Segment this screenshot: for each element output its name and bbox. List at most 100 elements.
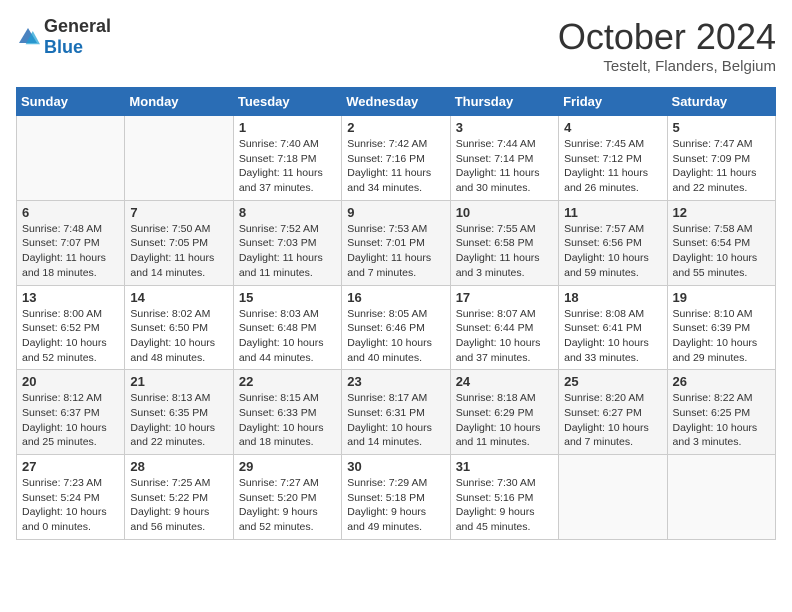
calendar-cell: 20Sunrise: 8:12 AM Sunset: 6:37 PM Dayli… xyxy=(17,370,125,455)
calendar-cell: 24 Sunrise: 8:18 AM Sunset: 6:29 PM Dayli… xyxy=(450,370,558,455)
calendar-cell: 17 Sunrise: 8:07 AM Sunset: 6:44 PM Dayli… xyxy=(450,285,558,370)
calendar-cell: 2Sunrise: 7:42 AM Sunset: 7:16 PM Daylig… xyxy=(342,116,450,201)
cell-info: Sunrise: 8:07 AM Sunset: 6:44 PM Dayligh… xyxy=(456,307,553,366)
cell-info: Sunrise: 8:08 AM Sunset: 6:41 PM Dayligh… xyxy=(564,307,661,366)
cell-info: Sunrise: 7:53 AM Sunset: 7:01 PM Dayligh… xyxy=(347,222,444,281)
calendar-cell: 28 Sunrise: 7:25 AM Sunset: 5:22 PM Dayli… xyxy=(125,455,233,540)
calendar-cell: 16 Sunrise: 8:05 AM Sunset: 6:46 PM Dayli… xyxy=(342,285,450,370)
logo: General Blue xyxy=(16,16,111,58)
calendar-cell: 1 Sunrise: 7:40 AM Sunset: 7:18 PM Daylig… xyxy=(233,116,341,201)
cell-info: Sunrise: 7:45 AM Sunset: 7:12 PM Dayligh… xyxy=(564,137,661,196)
cell-info: Sunrise: 8:18 AM Sunset: 6:29 PM Dayligh… xyxy=(456,391,553,450)
day-number: 23 xyxy=(347,374,444,389)
day-number: 7 xyxy=(130,205,227,220)
day-number: 17 xyxy=(456,290,553,305)
day-number: 8 xyxy=(239,205,336,220)
logo-general: General xyxy=(44,16,111,36)
calendar-cell: 18 Sunrise: 8:08 AM Sunset: 6:41 PM Dayli… xyxy=(559,285,667,370)
calendar-cell: 10 Sunrise: 7:55 AM Sunset: 6:58 PM Dayli… xyxy=(450,200,558,285)
day-header-tuesday: Tuesday xyxy=(233,88,341,116)
calendar-cell: 8 Sunrise: 7:52 AM Sunset: 7:03 PM Daylig… xyxy=(233,200,341,285)
day-number: 21 xyxy=(130,374,227,389)
calendar-cell: 25 Sunrise: 8:20 AM Sunset: 6:27 PM Dayli… xyxy=(559,370,667,455)
day-number: 15 xyxy=(239,290,336,305)
day-number: 12 xyxy=(673,205,770,220)
day-number: 16 xyxy=(347,290,444,305)
day-header-wednesday: Wednesday xyxy=(342,88,450,116)
cell-info: Sunrise: 7:48 AM Sunset: 7:07 PM Dayligh… xyxy=(22,222,119,281)
calendar-week-row: 20Sunrise: 8:12 AM Sunset: 6:37 PM Dayli… xyxy=(17,370,776,455)
calendar-table: SundayMondayTuesdayWednesdayThursdayFrid… xyxy=(16,87,776,540)
day-number: 26 xyxy=(673,374,770,389)
day-number: 30 xyxy=(347,459,444,474)
calendar-cell xyxy=(559,455,667,540)
month-title: October 2024 xyxy=(558,16,776,58)
day-number: 29 xyxy=(239,459,336,474)
day-number: 9 xyxy=(347,205,444,220)
calendar-cell: 23 Sunrise: 8:17 AM Sunset: 6:31 PM Dayli… xyxy=(342,370,450,455)
cell-info: Sunrise: 7:30 AM Sunset: 5:16 PM Dayligh… xyxy=(456,476,553,535)
day-number: 1 xyxy=(239,120,336,135)
day-header-monday: Monday xyxy=(125,88,233,116)
title-block: October 2024 Testelt, Flanders, Belgium xyxy=(558,16,776,75)
cell-info: Sunrise: 8:05 AM Sunset: 6:46 PM Dayligh… xyxy=(347,307,444,366)
cell-info: Sunrise: 8:10 AM Sunset: 6:39 PM Dayligh… xyxy=(673,307,770,366)
calendar-cell: 11 Sunrise: 7:57 AM Sunset: 6:56 PM Dayli… xyxy=(559,200,667,285)
cell-info: Sunrise: 7:42 AM Sunset: 7:16 PM Dayligh… xyxy=(347,137,444,196)
calendar-cell: 19 Sunrise: 8:10 AM Sunset: 6:39 PM Dayli… xyxy=(667,285,775,370)
cell-info: Sunrise: 7:58 AM Sunset: 6:54 PM Dayligh… xyxy=(673,222,770,281)
cell-info: Sunrise: 7:57 AM Sunset: 6:56 PM Dayligh… xyxy=(564,222,661,281)
calendar-cell: 4 Sunrise: 7:45 AM Sunset: 7:12 PM Daylig… xyxy=(559,116,667,201)
cell-info: Sunrise: 7:47 AM Sunset: 7:09 PM Dayligh… xyxy=(673,137,770,196)
cell-info: Sunrise: 8:12 AM Sunset: 6:37 PM Dayligh… xyxy=(22,391,119,450)
day-number: 31 xyxy=(456,459,553,474)
calendar-week-row: 13 Sunrise: 8:00 AM Sunset: 6:52 PM Dayli… xyxy=(17,285,776,370)
calendar-cell: 27Sunrise: 7:23 AM Sunset: 5:24 PM Dayli… xyxy=(17,455,125,540)
calendar-cell xyxy=(667,455,775,540)
day-number: 18 xyxy=(564,290,661,305)
cell-info: Sunrise: 8:20 AM Sunset: 6:27 PM Dayligh… xyxy=(564,391,661,450)
calendar-cell: 7 Sunrise: 7:50 AM Sunset: 7:05 PM Daylig… xyxy=(125,200,233,285)
day-header-saturday: Saturday xyxy=(667,88,775,116)
day-number: 11 xyxy=(564,205,661,220)
calendar-cell: 21 Sunrise: 8:13 AM Sunset: 6:35 PM Dayli… xyxy=(125,370,233,455)
day-header-friday: Friday xyxy=(559,88,667,116)
calendar-cell: 26 Sunrise: 8:22 AM Sunset: 6:25 PM Dayli… xyxy=(667,370,775,455)
cell-info: Sunrise: 7:52 AM Sunset: 7:03 PM Dayligh… xyxy=(239,222,336,281)
cell-info: Sunrise: 8:03 AM Sunset: 6:48 PM Dayligh… xyxy=(239,307,336,366)
calendar-cell: 14Sunrise: 8:02 AM Sunset: 6:50 PM Dayli… xyxy=(125,285,233,370)
day-number: 4 xyxy=(564,120,661,135)
cell-info: Sunrise: 8:13 AM Sunset: 6:35 PM Dayligh… xyxy=(130,391,227,450)
calendar-cell xyxy=(125,116,233,201)
calendar-week-row: 6Sunrise: 7:48 AM Sunset: 7:07 PM Daylig… xyxy=(17,200,776,285)
calendar-cell: 22 Sunrise: 8:15 AM Sunset: 6:33 PM Dayli… xyxy=(233,370,341,455)
cell-info: Sunrise: 8:22 AM Sunset: 6:25 PM Dayligh… xyxy=(673,391,770,450)
day-number: 19 xyxy=(673,290,770,305)
calendar-cell: 15 Sunrise: 8:03 AM Sunset: 6:48 PM Dayli… xyxy=(233,285,341,370)
cell-info: Sunrise: 7:50 AM Sunset: 7:05 PM Dayligh… xyxy=(130,222,227,281)
calendar-cell: 29Sunrise: 7:27 AM Sunset: 5:20 PM Dayli… xyxy=(233,455,341,540)
cell-info: Sunrise: 7:40 AM Sunset: 7:18 PM Dayligh… xyxy=(239,137,336,196)
cell-info: Sunrise: 8:17 AM Sunset: 6:31 PM Dayligh… xyxy=(347,391,444,450)
logo-blue: Blue xyxy=(44,37,83,57)
calendar-cell: 6Sunrise: 7:48 AM Sunset: 7:07 PM Daylig… xyxy=(17,200,125,285)
calendar-week-row: 27Sunrise: 7:23 AM Sunset: 5:24 PM Dayli… xyxy=(17,455,776,540)
cell-info: Sunrise: 8:00 AM Sunset: 6:52 PM Dayligh… xyxy=(22,307,119,366)
calendar-cell: 5 Sunrise: 7:47 AM Sunset: 7:09 PM Daylig… xyxy=(667,116,775,201)
cell-info: Sunrise: 8:15 AM Sunset: 6:33 PM Dayligh… xyxy=(239,391,336,450)
calendar-cell: 3Sunrise: 7:44 AM Sunset: 7:14 PM Daylig… xyxy=(450,116,558,201)
day-number: 24 xyxy=(456,374,553,389)
day-number: 10 xyxy=(456,205,553,220)
calendar-cell: 31 Sunrise: 7:30 AM Sunset: 5:16 PM Dayli… xyxy=(450,455,558,540)
logo-icon xyxy=(16,25,40,49)
location-subtitle: Testelt, Flanders, Belgium xyxy=(558,58,776,75)
day-number: 13 xyxy=(22,290,119,305)
day-number: 5 xyxy=(673,120,770,135)
day-number: 28 xyxy=(130,459,227,474)
day-number: 25 xyxy=(564,374,661,389)
cell-info: Sunrise: 7:55 AM Sunset: 6:58 PM Dayligh… xyxy=(456,222,553,281)
cell-info: Sunrise: 7:23 AM Sunset: 5:24 PM Dayligh… xyxy=(22,476,119,535)
calendar-cell: 13 Sunrise: 8:00 AM Sunset: 6:52 PM Dayli… xyxy=(17,285,125,370)
day-number: 22 xyxy=(239,374,336,389)
cell-info: Sunrise: 7:25 AM Sunset: 5:22 PM Dayligh… xyxy=(130,476,227,535)
